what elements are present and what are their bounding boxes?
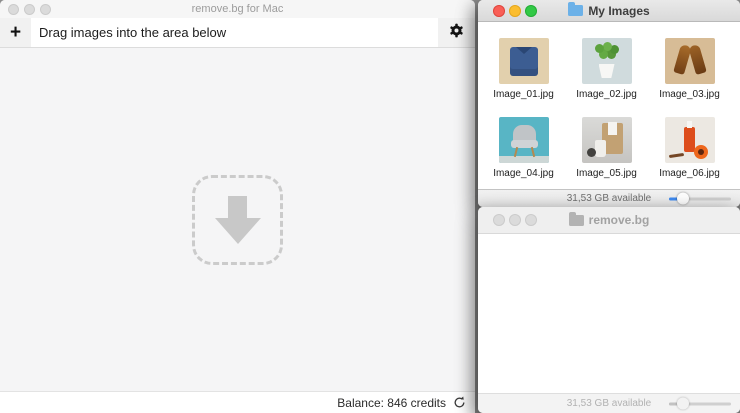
file-label: Image_03.jpg xyxy=(659,89,720,100)
finder-window-my-images: My Images Image_01.jpg Image_02.jpg Imag… xyxy=(478,0,740,207)
file-label: Image_04.jpg xyxy=(493,168,554,179)
empty-folder-area[interactable] xyxy=(478,235,740,393)
file-label: Image_06.jpg xyxy=(659,168,720,179)
balance-label: Balance: 846 credits xyxy=(337,395,446,410)
app-statusbar: Balance: 846 credits xyxy=(0,391,475,413)
thumbnail-chair[interactable] xyxy=(498,117,549,163)
close-button[interactable] xyxy=(8,3,19,15)
icon-size-slider[interactable] xyxy=(669,397,731,410)
finder-statusbar: 31,53 GB available xyxy=(478,189,740,207)
file-label: Image_01.jpg xyxy=(493,89,554,100)
drop-area[interactable] xyxy=(0,48,475,391)
add-images-button[interactable]: + xyxy=(0,18,31,47)
thumbnail-bag[interactable] xyxy=(581,117,632,163)
file-item[interactable]: Image_05.jpg xyxy=(565,117,648,179)
folder-icon xyxy=(568,211,584,226)
minimize-button[interactable] xyxy=(509,214,521,226)
folder-icon xyxy=(568,2,584,16)
drop-hint-field: Drag images into the area below xyxy=(31,18,438,47)
icon-size-slider[interactable] xyxy=(669,192,731,205)
drop-hint-label: Drag images into the area below xyxy=(39,25,227,40)
zoom-button[interactable] xyxy=(40,3,51,15)
file-item[interactable]: Image_04.jpg xyxy=(482,117,565,179)
file-label: Image_05.jpg xyxy=(576,168,637,179)
minimize-button[interactable] xyxy=(24,3,35,15)
available-space-label: 31,53 GB available xyxy=(566,398,652,409)
thumbnail-bottle[interactable] xyxy=(664,117,715,163)
file-item[interactable]: Image_03.jpg xyxy=(648,38,731,100)
minimize-button[interactable] xyxy=(509,4,521,17)
file-label: Image_02.jpg xyxy=(576,89,637,100)
thumbnail-shirt[interactable] xyxy=(498,38,549,84)
finder-statusbar: 31,53 GB available xyxy=(478,393,740,413)
plus-icon: + xyxy=(9,21,22,43)
traffic-lights xyxy=(478,4,537,17)
file-item[interactable]: Image_01.jpg xyxy=(482,38,565,100)
thumbnail-plant[interactable] xyxy=(581,38,632,84)
app-toolbar: Drag images into the area below + xyxy=(0,18,475,48)
zoom-button[interactable] xyxy=(525,214,537,226)
app-titlebar[interactable]: remove.bg for Mac xyxy=(0,0,475,18)
close-button[interactable] xyxy=(493,214,505,226)
refresh-balance-button[interactable] xyxy=(453,396,466,409)
dropzone-target[interactable] xyxy=(192,174,283,265)
finder-titlebar[interactable]: remove.bg xyxy=(478,207,740,234)
thumbnail-shoes[interactable] xyxy=(664,38,715,84)
zoom-button[interactable] xyxy=(525,4,537,17)
slider-knob[interactable] xyxy=(677,397,689,410)
traffic-lights xyxy=(478,214,537,226)
gear-icon xyxy=(449,23,464,43)
finder-window-removebg: remove.bg 31,53 GB available xyxy=(478,207,740,413)
removebg-app-window: remove.bg for Mac Drag images into the a… xyxy=(0,0,475,413)
refresh-icon xyxy=(454,396,465,408)
finder-titlebar[interactable]: My Images xyxy=(478,0,740,22)
slider-knob[interactable] xyxy=(677,192,689,205)
close-button[interactable] xyxy=(493,4,505,17)
available-space-label: 31,53 GB available xyxy=(566,193,652,204)
file-item[interactable]: Image_06.jpg xyxy=(648,117,731,179)
file-item[interactable]: Image_02.jpg xyxy=(565,38,648,100)
download-arrow-icon xyxy=(214,195,261,244)
window-title: remove.bg for Mac xyxy=(191,3,284,15)
settings-button[interactable] xyxy=(438,18,475,47)
traffic-lights xyxy=(0,3,51,15)
file-grid: Image_01.jpg Image_02.jpg Image_03.jpg I… xyxy=(478,23,740,189)
window-title: remove.bg xyxy=(588,213,650,227)
window-title: My Images xyxy=(588,3,650,18)
